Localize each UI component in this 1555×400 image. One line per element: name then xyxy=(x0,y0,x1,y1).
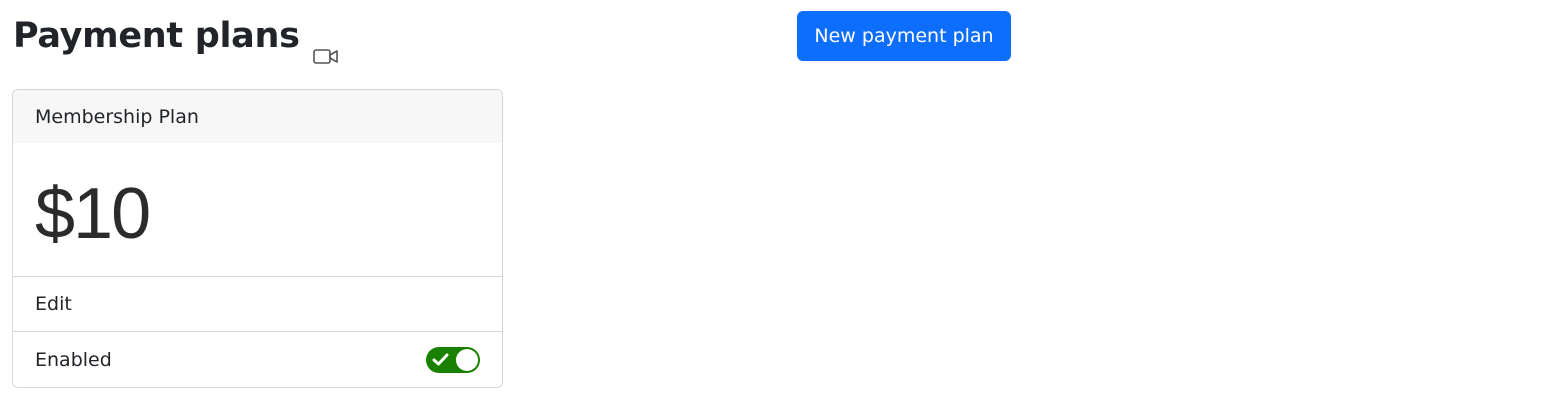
page-title: Payment plans xyxy=(13,14,339,64)
plan-body: $10 xyxy=(13,143,502,277)
edit-plan-link[interactable]: Edit xyxy=(35,293,72,315)
new-payment-plan-button[interactable]: New payment plan xyxy=(797,11,1011,61)
payment-plan-card: Membership Plan $10 Edit Enabled xyxy=(12,89,503,388)
plan-price: $10 xyxy=(35,174,151,254)
plan-name: Membership Plan xyxy=(13,90,502,143)
edit-plan-row[interactable]: Edit xyxy=(13,277,502,332)
toggle-knob xyxy=(456,348,478,371)
plan-enabled-toggle[interactable] xyxy=(426,346,480,373)
plan-status-row: Enabled xyxy=(13,332,502,387)
page-title-text: Payment plans xyxy=(13,16,300,56)
plan-status-label: Enabled xyxy=(35,348,112,371)
check-icon xyxy=(432,353,449,365)
video-camera-icon[interactable] xyxy=(312,32,339,64)
